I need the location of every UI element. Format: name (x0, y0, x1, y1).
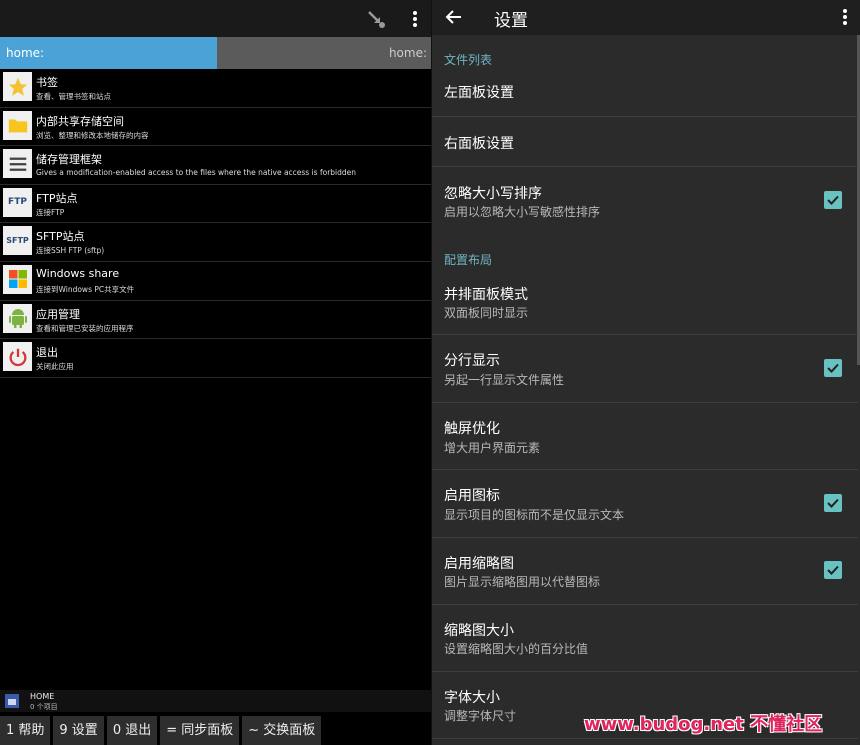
item-subtitle: 浏览、整理和修改本地储存的内容 (36, 130, 149, 140)
function-key-bar: 1 帮助 9 设置 0 退出 = 同步面板 ~ 交换面板 (0, 716, 431, 745)
android-status-icon (5, 694, 19, 708)
enable-icons-checkbox[interactable] (824, 494, 842, 512)
panel-status-bar: HOME 0 个项目 (0, 690, 431, 712)
back-arrow-icon[interactable] (444, 7, 464, 27)
list-item-bookmarks[interactable]: 书签 查看、管理书签和站点 (0, 69, 431, 108)
sftp-icon: SFTP (3, 226, 32, 256)
pref-subtitle: 图片显示缩略图用以代替图标 (444, 575, 601, 589)
pref-subtitle: 设置缩略图大小的百分比值 (444, 642, 589, 656)
android-icon (3, 303, 32, 333)
pref-subtitle: 另起一行显示文件属性 (444, 373, 565, 387)
path-bar: home: home: (0, 37, 431, 69)
pref-subtitle: 增大用户界面元素 (444, 441, 541, 455)
item-title: FTP站点 (36, 191, 78, 205)
sync-panels-button[interactable]: = 同步面板 (160, 716, 240, 745)
list-item-windows-share[interactable]: Windows share 连接到Windows PC共享文件 (0, 262, 431, 301)
line-display-checkbox[interactable] (824, 359, 842, 377)
folder-icon (3, 110, 32, 140)
pref-title: 启用缩略图 (444, 556, 514, 572)
overflow-menu-icon[interactable] (837, 7, 853, 27)
status-count: 0 个项目 (30, 703, 58, 711)
list-item-storage-framework[interactable]: 储存管理框架 Gives a modification-enabled acce… (0, 146, 431, 185)
ignore-case-checkbox[interactable] (824, 191, 842, 209)
path-tab-active[interactable]: home: (0, 37, 217, 69)
settings-button[interactable]: 9 设置 (53, 716, 104, 745)
path-tab-other[interactable]: home: (389, 46, 427, 60)
left-file-panel: home: home: 书签 查看、管理书签和站点 内部共享存储空间 浏览、整理… (0, 0, 431, 745)
item-subtitle: 连接SSH FTP (sftp) (36, 246, 105, 256)
page-title: 设置 (494, 11, 528, 31)
pref-title: 字体大小 (444, 690, 500, 706)
item-subtitle: Gives a modification-enabled access to t… (36, 168, 357, 178)
pref-title: 并排面板模式 (444, 287, 528, 303)
star-icon (3, 72, 32, 101)
pref-subtitle: 调整字体尺寸 (444, 709, 517, 723)
list-item-internal-storage[interactable]: 内部共享存储空间 浏览、整理和修改本地储存的内容 (0, 108, 431, 147)
pref-title: 忽略大小写排序 (444, 186, 542, 202)
pref-title: 右面板设置 (444, 136, 514, 152)
pref-enable-icons[interactable]: 启用图标 显示项目的图标而不是仅显示文本 (432, 470, 858, 538)
help-button[interactable]: 1 帮助 (0, 716, 51, 745)
list-item-sftp[interactable]: SFTP SFTP站点 连接SSH FTP (sftp) (0, 223, 431, 262)
pref-touch-optimize[interactable]: 触屏优化 增大用户界面元素 (432, 403, 858, 470)
exit-button[interactable]: 0 退出 (106, 716, 158, 745)
list-icon (3, 149, 32, 179)
pref-line-display[interactable]: 分行显示 另起一行显示文件属性 (432, 335, 858, 403)
item-subtitle: 连接到Windows PC共享文件 (36, 284, 135, 294)
pref-left-panel-settings[interactable]: 左面板设置 (432, 68, 858, 117)
pref-enable-thumbnails[interactable]: 启用缩略图 图片显示缩略图用以代替图标 (432, 538, 858, 605)
check-icon (827, 565, 839, 575)
windows-icon (3, 264, 32, 294)
item-subtitle: 关闭此应用 (36, 362, 74, 372)
item-title: 退出 (36, 346, 58, 360)
swap-panels-icon[interactable] (365, 8, 387, 30)
home-item-list: 书签 查看、管理书签和站点 内部共享存储空间 浏览、整理和修改本地储存的内容 储… (0, 69, 431, 378)
settings-panel: 设置 文件列表 左面板设置 右面板设置 忽略大小写排序 启用以忽略大小写敏感性排… (431, 0, 860, 745)
list-item-ftp[interactable]: FTP FTP站点 连接FTP (0, 185, 431, 224)
check-icon (827, 498, 839, 508)
pref-subtitle: 显示项目的图标而不是仅显示文本 (444, 508, 625, 522)
pref-title: 分行显示 (444, 353, 500, 369)
pref-thumbnail-size[interactable]: 缩略图大小 设置缩略图大小的百分比值 (432, 605, 858, 672)
status-title: HOME (30, 692, 55, 701)
check-icon (827, 363, 839, 373)
pref-side-by-side-mode[interactable]: 并排面板模式 双面板同时显示 (432, 268, 858, 335)
check-icon (827, 195, 839, 205)
watermark-text: www.budog.net 不懂社区 (584, 714, 823, 735)
pref-title: 缩略图大小 (444, 623, 514, 639)
pref-ignore-case-sort[interactable]: 忽略大小写排序 启用以忽略大小写敏感性排序 (432, 167, 858, 234)
ftp-icon: FTP (3, 187, 32, 217)
item-title: 储存管理框架 (36, 153, 102, 167)
pref-right-panel-settings[interactable]: 右面板设置 (432, 117, 858, 167)
power-icon (3, 342, 32, 372)
left-toolbar (0, 0, 431, 37)
enable-thumbnails-checkbox[interactable] (824, 561, 842, 579)
item-subtitle: 查看、管理书签和站点 (36, 92, 111, 101)
item-subtitle: 连接FTP (36, 207, 65, 217)
item-title: 内部共享存储空间 (36, 114, 124, 128)
settings-app-bar: 设置 (432, 0, 860, 35)
item-title: Windows share (36, 266, 120, 280)
item-title: 应用管理 (36, 307, 80, 321)
pref-subtitle: 启用以忽略大小写敏感性排序 (444, 205, 601, 219)
list-item-exit[interactable]: 退出 关闭此应用 (0, 339, 431, 378)
pref-title: 触屏优化 (444, 421, 500, 437)
section-header-layout: 配置布局 (444, 253, 493, 267)
pref-subtitle: 双面板同时显示 (444, 306, 529, 320)
section-header-file-list: 文件列表 (444, 53, 493, 67)
item-title: 书签 (36, 76, 58, 89)
swap-panels-button[interactable]: ~ 交换面板 (242, 716, 322, 745)
item-subtitle: 查看和管理已安装的应用程序 (36, 323, 134, 333)
path-label: home: (6, 46, 45, 60)
pref-title: 启用图标 (444, 488, 500, 504)
overflow-menu-icon[interactable] (405, 8, 425, 30)
item-title: SFTP站点 (36, 230, 85, 244)
pref-title: 左面板设置 (444, 85, 514, 101)
list-item-app-manager[interactable]: 应用管理 查看和管理已安装的应用程序 (0, 301, 431, 340)
